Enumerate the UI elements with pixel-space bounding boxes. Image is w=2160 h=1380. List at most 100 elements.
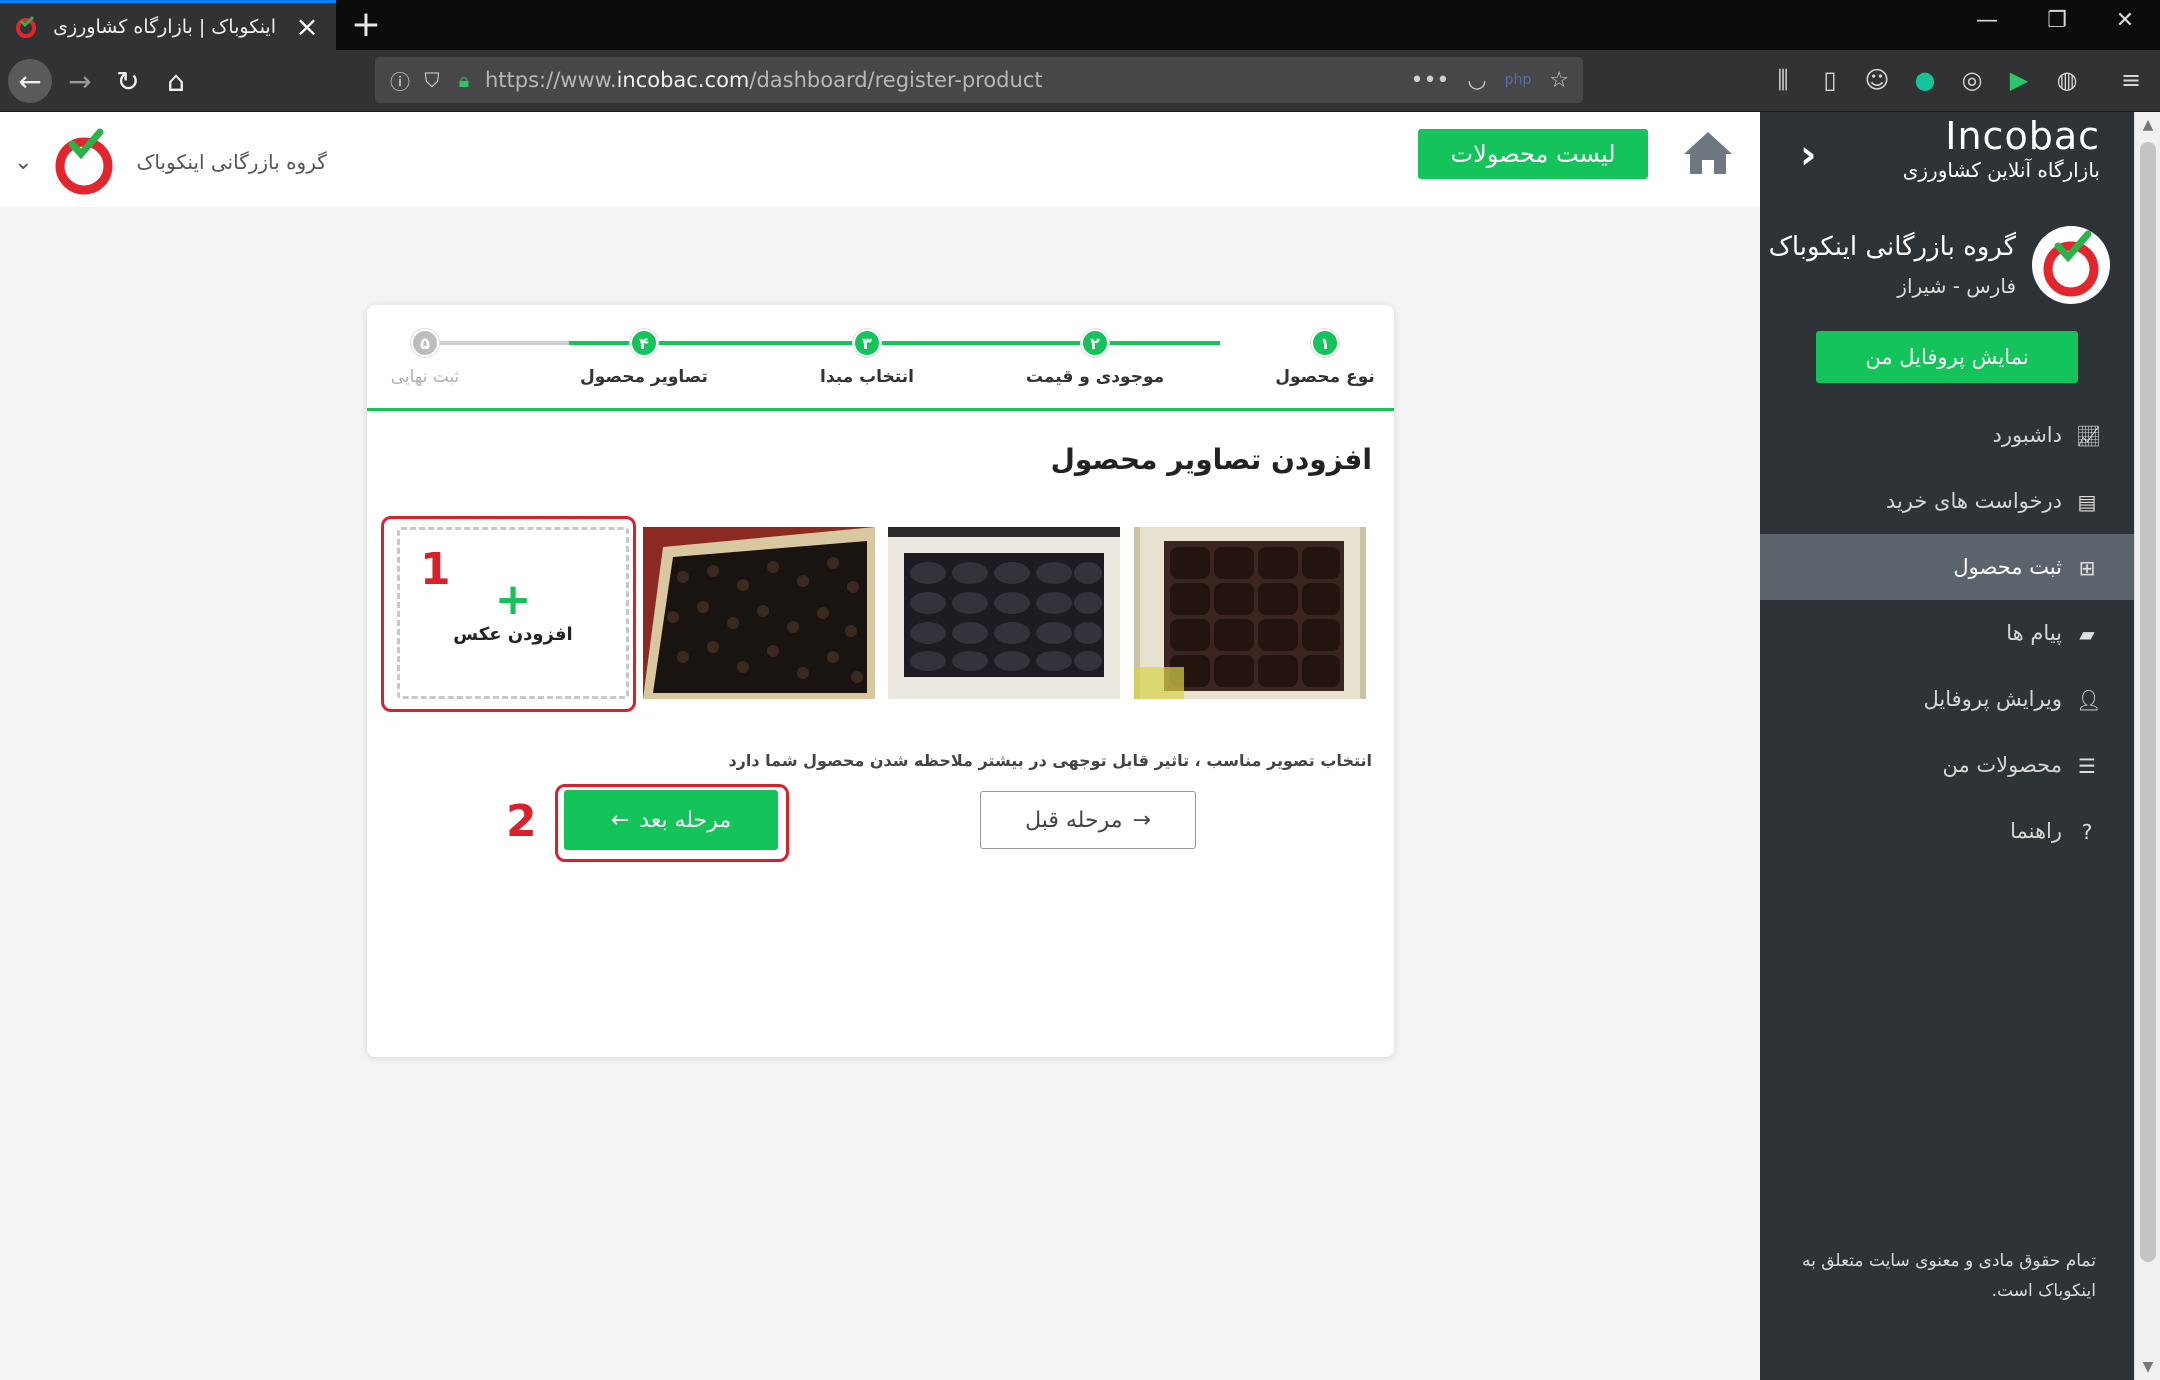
library-icon[interactable]: ⫼ (1766, 66, 1800, 94)
stepper: ۱ نوع محصول ۲ موجودی و قیمت ۳ انتخاب مبد… (367, 305, 1394, 411)
lock-icon[interactable]: 🔒︎ (453, 68, 475, 92)
chevron-down-icon[interactable]: ⌄ (14, 150, 32, 175)
sidebar-item-messages[interactable]: پیام ها ▰ (1760, 600, 2134, 666)
step-4-dot: ۴ (630, 329, 658, 357)
php-extension-icon[interactable]: php (1505, 72, 1532, 88)
company-dropdown[interactable]: ⌄ گروه بازرگانی اینکوباک (14, 126, 327, 198)
hamburger-menu-icon[interactable]: ≡ (2114, 66, 2148, 94)
step-1-dot: ۱ (1311, 329, 1339, 357)
sidebar-footer: تمام حقوق مادی و معنوی سایت متعلق به این… (1801, 1251, 2096, 1301)
scroll-up-icon[interactable]: ▲ (2135, 112, 2160, 138)
browser-tab-bar: اینکوباک | بازارگاه کشاورزی × + — ❐ ✕ (0, 0, 2160, 50)
shield-icon[interactable]: ⛉ (421, 68, 443, 92)
product-photo-2[interactable] (888, 527, 1120, 699)
brand-logo: Incobac (1945, 114, 2100, 158)
chat-icon: ▰ (2079, 622, 2095, 646)
company-logo-icon (55, 128, 113, 195)
back-icon[interactable]: ← (8, 59, 52, 103)
forward-icon[interactable]: → (58, 59, 102, 103)
grammarly-icon[interactable]: ● (1908, 66, 1942, 94)
globe-icon[interactable]: ◍ (2050, 66, 2084, 94)
products-list-button[interactable]: لیست محصولات (1418, 129, 1648, 179)
pocket-icon[interactable]: ◡ (1467, 68, 1486, 93)
scroll-thumb[interactable] (2140, 142, 2156, 1262)
previous-step-button[interactable]: → مرحله قبل (980, 791, 1196, 849)
sidebar-item-my-products[interactable]: محصولات من ☰ (1760, 732, 2134, 798)
sidebar-item-register-product[interactable]: ثبت محصول ⊞ (1760, 534, 2134, 600)
step-3-label: انتخاب مبدا (820, 367, 914, 387)
more-actions-icon[interactable]: ••• (1410, 68, 1449, 93)
url-bar[interactable]: ⓘ ⛉ 🔒︎ https://www.incobac.com/dashboard… (375, 57, 1583, 103)
sidebar-item-label: ویرایش پروفایل (1923, 687, 2062, 711)
sidebar-collapse-icon[interactable]: › (1800, 132, 1816, 178)
sidebar-item-label: ثبت محصول (1953, 555, 2062, 579)
step-1-label: نوع محصول (1275, 367, 1375, 387)
section-title: افزودن تصاویر محصول (1050, 443, 1372, 476)
sidebar-item-label: راهنما (2010, 819, 2062, 843)
step-5-label: ثبت نهایی (390, 367, 460, 387)
previous-step-label: مرحله قبل (1025, 807, 1123, 833)
browser-tab[interactable]: اینکوباک | بازارگاه کشاورزی × (0, 0, 336, 50)
plus-square-icon: ⊞ (2078, 556, 2096, 580)
minimize-icon[interactable]: — (1962, 8, 2012, 33)
user-icon: 👤︎ (2076, 688, 2102, 712)
sidebar-item-help[interactable]: راهنما ? (1760, 798, 2134, 864)
brand-tagline: بازارگاه آنلاین کشاورزی (1902, 158, 2100, 182)
highlight-box-2 (555, 784, 789, 862)
step-4: ۴ تصاویر محصول (564, 329, 724, 387)
question-icon: ? (2081, 820, 2093, 844)
step-2: ۲ موجودی و قیمت (1015, 329, 1175, 387)
annotation-number-2: 2 (506, 796, 537, 847)
step-3: ۳ انتخاب مبدا (787, 329, 947, 387)
home-nav-icon[interactable]: ⌂ (154, 59, 198, 103)
sidebar-item-label: درخواست های خرید (1885, 489, 2062, 513)
sidebar-item-label: داشبورد (1992, 423, 2062, 447)
chart-icon: 📈︎ (2076, 424, 2102, 448)
list-ol-icon: ☰ (2078, 754, 2096, 778)
show-profile-button[interactable]: نمایش پروفایل من (1816, 331, 2078, 383)
step-5: ۵ ثبت نهایی (345, 329, 505, 387)
step-5-dot: ۵ (411, 329, 439, 357)
sidebar-item-purchase-requests[interactable]: درخواست های خرید ▤ (1760, 468, 2134, 534)
profile-avatar (2032, 226, 2110, 304)
account-icon[interactable]: ☺ (1860, 66, 1894, 94)
photo-hint: انتخاب تصویر مناسب ، تاثیر قابل توجهی در… (728, 751, 1372, 770)
product-photo-3[interactable] (643, 527, 875, 699)
info-icon[interactable]: ⓘ (389, 66, 411, 95)
incobac-favicon-icon (16, 15, 36, 38)
extension-icon[interactable]: ◎ (1955, 66, 1989, 94)
new-tab-icon[interactable]: + (346, 4, 386, 45)
step-2-label: موجودی و قیمت (1025, 367, 1165, 387)
profile-name: گروه بازرگانی اینکوباک (1768, 232, 2016, 262)
brand: Incobac بازارگاه آنلاین کشاورزی (1903, 114, 2100, 182)
profile-location: فارس - شیراز (1897, 274, 2016, 298)
close-window-icon[interactable]: ✕ (2100, 8, 2150, 33)
step-1: ۱ نوع محصول (1245, 329, 1405, 387)
bookmark-star-icon[interactable]: ☆ (1549, 68, 1569, 93)
home-icon[interactable] (1682, 128, 1734, 176)
page: ⌄ گروه بازرگانی اینکوباک لیست محصولات ۱ … (0, 112, 2160, 1380)
product-photo-1[interactable] (1134, 527, 1366, 699)
sidebar-item-label: محصولات من (1942, 753, 2062, 777)
url-text[interactable]: https://www.incobac.com/dashboard/regist… (485, 68, 1392, 92)
tab-title: اینکوباک | بازارگاه کشاورزی (53, 15, 276, 38)
sidebar-item-dashboard[interactable]: داشبورد 📈︎ (1760, 402, 2134, 468)
arrow-right-icon: → (1132, 807, 1151, 833)
sidebar-menu: داشبورد 📈︎ درخواست های خرید ▤ ثبت محصول … (1760, 402, 2134, 864)
company-name: گروه بازرگانی اینکوباک (136, 150, 327, 174)
step-2-dot: ۲ (1081, 329, 1109, 357)
list-icon: ▤ (2077, 490, 2097, 514)
sidebar: › Incobac بازارگاه آنلاین کشاورزی گروه ب… (1760, 112, 2134, 1380)
browser-nav-bar: ← → ↻ ⌂ ⓘ ⛉ 🔒︎ https://www.incobac.com/d… (0, 50, 2160, 112)
page-scrollbar[interactable]: ▲ ▼ (2134, 112, 2160, 1380)
sidebar-item-label: پیام ها (2006, 621, 2062, 645)
annotation-number-1: 1 (420, 544, 451, 595)
tab-close-icon[interactable]: × (292, 10, 322, 43)
restore-icon[interactable]: ❐ (2032, 8, 2082, 33)
sidebar-toggle-icon[interactable]: ▯ (1813, 66, 1847, 94)
send-icon[interactable]: ▶ (2002, 66, 2036, 94)
reload-icon[interactable]: ↻ (106, 59, 150, 103)
top-bar: ⌄ گروه بازرگانی اینکوباک لیست محصولات (0, 112, 1760, 207)
sidebar-item-edit-profile[interactable]: ویرایش پروفایل 👤︎ (1760, 666, 2134, 732)
scroll-down-icon[interactable]: ▼ (2135, 1354, 2160, 1380)
